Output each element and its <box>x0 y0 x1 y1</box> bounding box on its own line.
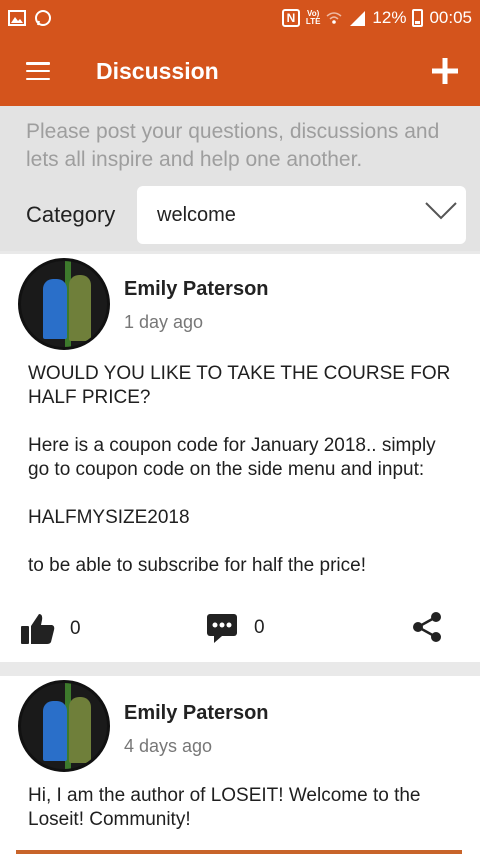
like-button[interactable]: 0 <box>20 612 81 646</box>
avatar[interactable] <box>18 258 110 350</box>
image-icon <box>8 10 26 26</box>
hamburger-icon <box>26 62 50 80</box>
battery-percent: 12% <box>372 8 407 27</box>
post-author[interactable]: Emily Paterson <box>124 702 269 725</box>
comment-count: 0 <box>254 617 265 638</box>
like-count: 0 <box>70 618 81 639</box>
category-dropdown[interactable]: welcome <box>137 186 466 244</box>
volte-icon: Vo) LTE <box>305 9 321 26</box>
post-time: 1 day ago <box>124 312 204 332</box>
avatar[interactable] <box>18 680 110 772</box>
plus-icon <box>432 58 458 84</box>
post-actions: 0 0 <box>0 608 480 654</box>
share-icon <box>413 612 441 642</box>
signal-icon <box>350 11 366 26</box>
add-post-button[interactable] <box>410 36 480 106</box>
chevron-down-icon <box>425 202 457 220</box>
post-body: Hi, I am the author of LOSEIT! Welcome t… <box>28 785 421 830</box>
thumbs-up-icon <box>21 614 55 644</box>
battery-icon <box>412 9 424 27</box>
post-body: WOULD YOU LIKE TO TAKE THE COURSE FOR HA… <box>28 363 451 576</box>
comment-icon <box>207 614 237 643</box>
whatsapp-icon <box>35 10 51 26</box>
post-image-preview <box>16 850 462 854</box>
status-bar: N Vo) LTE 12% 00:05 <box>0 0 480 36</box>
app-bar: Discussion <box>0 36 480 106</box>
post-time: 4 days ago <box>124 736 213 756</box>
page-title: Discussion <box>96 57 219 84</box>
share-button[interactable] <box>410 610 444 649</box>
category-selected-value: welcome <box>157 203 236 226</box>
post-author[interactable]: Emily Paterson <box>124 278 269 301</box>
post-card[interactable]: Emily Paterson 4 days ago Hi, I am the a… <box>0 676 480 854</box>
comment-button[interactable]: 0 <box>206 612 265 644</box>
menu-button[interactable] <box>0 36 76 106</box>
category-label: Category <box>26 202 116 227</box>
clock: 00:05 <box>429 8 472 27</box>
post-card[interactable]: Emily Paterson 1 day ago WOULD YOU LIKE … <box>0 254 480 662</box>
nfc-icon: N <box>281 9 300 27</box>
intro-text: Please post your questions, discussions … <box>26 120 440 171</box>
wifi-icon <box>326 12 342 24</box>
intro-section: Please post your questions, discussions … <box>0 106 480 251</box>
